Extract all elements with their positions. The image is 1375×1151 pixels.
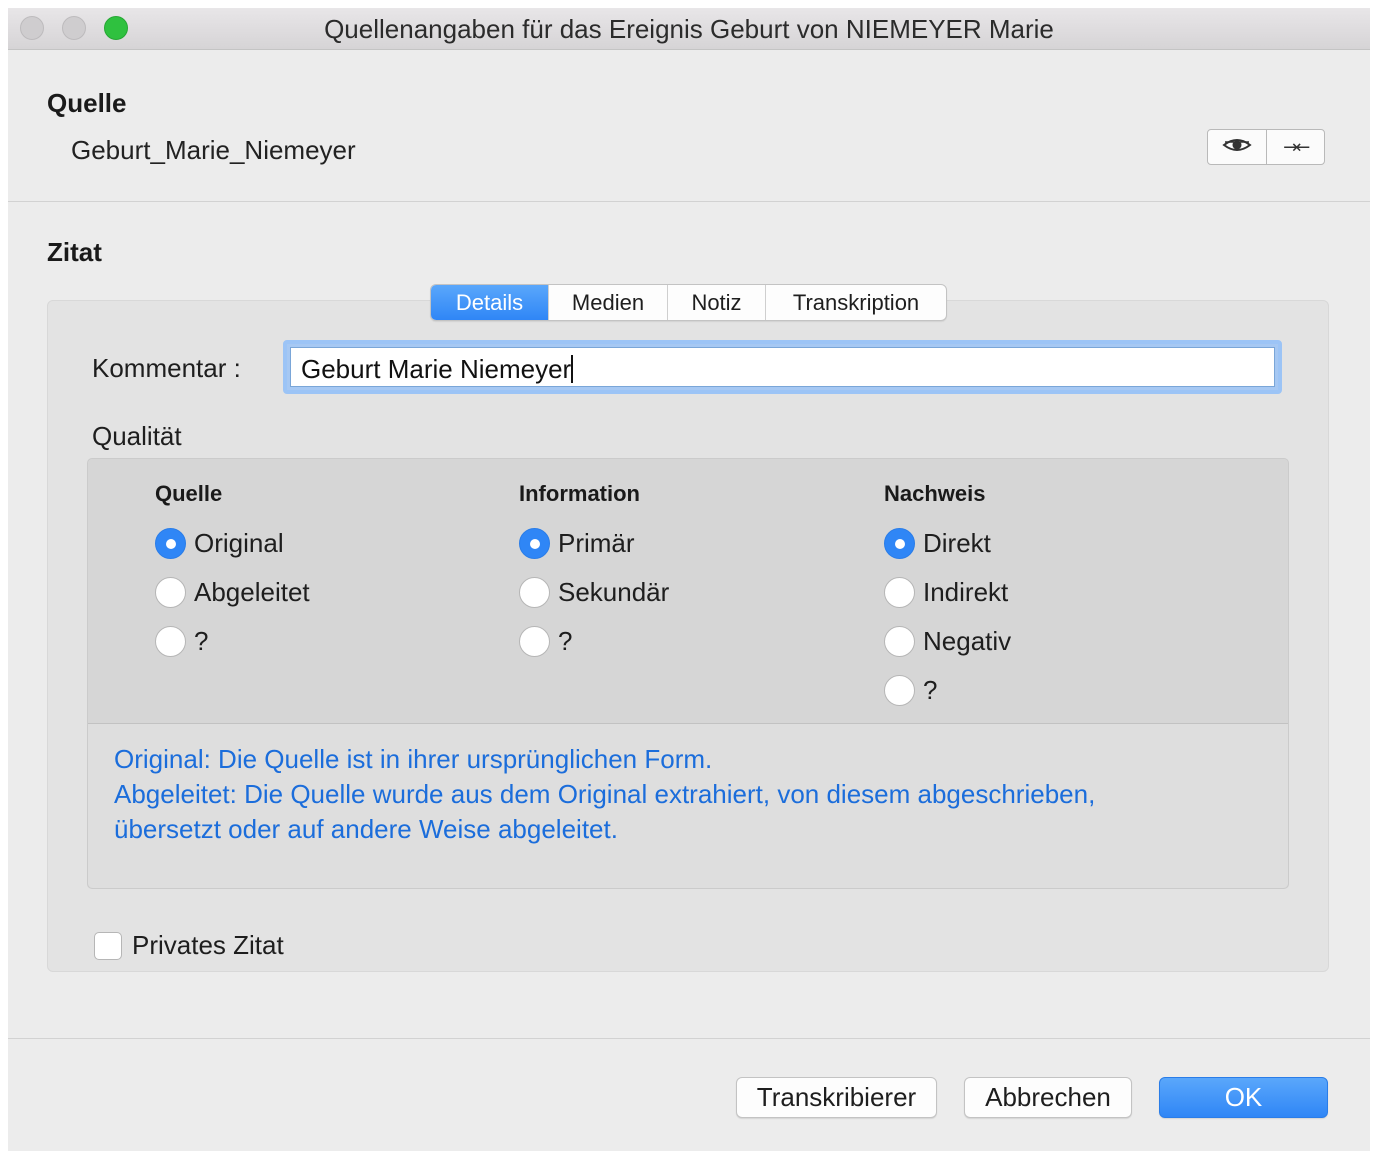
radio-label: Abgeleitet (194, 577, 310, 607)
radio-label: Original (194, 528, 284, 558)
description-line: übersetzt oder auf andere Weise abgeleit… (114, 814, 618, 844)
radio-information-unknown[interactable]: ? (519, 617, 669, 666)
radio-button[interactable] (884, 577, 915, 608)
source-heading: Quelle (47, 88, 127, 118)
comment-field-focus-ring: Geburt Marie Niemeyer (283, 340, 1282, 394)
radio-label: ? (923, 675, 938, 705)
quality-column-information: Information Primär Sekundär ? (519, 481, 669, 666)
quality-column-source: Quelle Original Abgeleitet ? (155, 481, 310, 666)
description-line: Abgeleitet: Die Quelle wurde aus dem Ori… (114, 779, 1096, 809)
radio-button[interactable] (519, 577, 550, 608)
column-heading-evidence: Nachweis (884, 481, 986, 506)
radio-button[interactable] (519, 528, 550, 559)
tab-transkription[interactable]: Transkription (765, 285, 946, 320)
text-caret (571, 355, 574, 383)
radio-button[interactable] (155, 577, 186, 608)
dialog-window: Quellenangaben für das Ereignis Geburt v… (8, 8, 1370, 1151)
private-citation-option[interactable]: Privates Zitat (94, 930, 284, 961)
column-heading-information: Information (519, 481, 640, 506)
tab-details[interactable]: Details (431, 285, 548, 320)
radio-button[interactable] (155, 528, 186, 559)
quality-box: Quelle Original Abgeleitet ? Information… (87, 458, 1289, 889)
radio-negativ[interactable]: Negativ (884, 617, 1011, 666)
column-heading-source: Quelle (155, 481, 223, 506)
radio-direkt[interactable]: Direkt (884, 519, 1011, 568)
radio-primaer[interactable]: Primär (519, 519, 669, 568)
radio-indirekt[interactable]: Indirekt (884, 568, 1011, 617)
title-bar: Quellenangaben für das Ereignis Geburt v… (8, 8, 1370, 50)
quality-description: Original: Die Quelle ist in ihrer ursprü… (114, 742, 1095, 847)
source-actions: →← (1207, 129, 1325, 165)
radio-button[interactable] (884, 626, 915, 657)
radio-label: ? (194, 626, 209, 656)
citation-heading: Zitat (47, 237, 102, 267)
radio-evidence-unknown[interactable]: ? (884, 666, 1011, 715)
quality-column-evidence: Nachweis Direkt Indirekt Negativ ? (884, 481, 1011, 715)
radio-button[interactable] (884, 528, 915, 559)
tab-notiz[interactable]: Notiz (667, 285, 765, 320)
window-title: Quellenangaben für das Ereignis Geburt v… (324, 14, 1054, 44)
radio-button[interactable] (155, 626, 186, 657)
link-source-button[interactable]: →← (1265, 130, 1325, 164)
comment-value: Geburt Marie Niemeyer (301, 354, 572, 384)
quality-options-area: Quelle Original Abgeleitet ? Information… (88, 459, 1288, 724)
private-citation-checkbox[interactable] (94, 931, 122, 960)
radio-label: Sekundär (558, 577, 670, 607)
radio-button[interactable] (884, 675, 915, 706)
radio-original[interactable]: Original (155, 519, 310, 568)
ok-button[interactable]: OK (1159, 1077, 1328, 1118)
tab-medien[interactable]: Medien (548, 285, 667, 320)
eye-icon (1222, 136, 1252, 159)
radio-abgeleitet[interactable]: Abgeleitet (155, 568, 310, 617)
tab-bar: Details Medien Notiz Transkription (430, 284, 947, 321)
radio-label: Primär (558, 528, 635, 558)
radio-source-unknown[interactable]: ? (155, 617, 310, 666)
quality-label: Qualität (92, 421, 182, 451)
footer-divider (8, 1038, 1370, 1039)
transcribe-button[interactable]: Transkribierer (736, 1077, 937, 1118)
comment-label: Kommentar : (92, 353, 241, 383)
section-divider (8, 201, 1370, 202)
arrows-icon: →← (1283, 136, 1310, 158)
radio-label: Negativ (923, 626, 1012, 656)
radio-label: Direkt (923, 528, 991, 558)
radio-sekundaer[interactable]: Sekundär (519, 568, 669, 617)
private-citation-label: Privates Zitat (132, 930, 284, 960)
comment-input[interactable]: Geburt Marie Niemeyer (290, 347, 1275, 387)
radio-label: Indirekt (923, 577, 1009, 607)
view-source-button[interactable] (1208, 130, 1266, 164)
radio-label: ? (558, 626, 573, 656)
radio-button[interactable] (519, 626, 550, 657)
description-line: Original: Die Quelle ist in ihrer ursprü… (114, 744, 713, 774)
quality-description-area: Original: Die Quelle ist in ihrer ursprü… (88, 724, 1288, 888)
source-name: Geburt_Marie_Niemeyer (71, 135, 356, 165)
cancel-button[interactable]: Abbrechen (964, 1077, 1132, 1118)
